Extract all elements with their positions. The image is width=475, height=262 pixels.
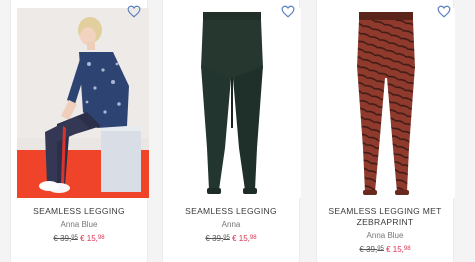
product-title[interactable]: SEAMLESS LEGGING MET ZEBRAPRINT <box>317 206 453 228</box>
product-price: € 39,95 € 15,98 <box>317 244 453 255</box>
old-price: € 39,95 <box>53 234 78 243</box>
product-brand: Anna <box>221 220 241 229</box>
old-price: € 39,95 <box>359 245 384 254</box>
sale-price: € 15,98 <box>80 234 105 243</box>
product-price: € 39,95 € 15,98 <box>163 233 299 244</box>
heart-outline-icon[interactable] <box>127 5 141 18</box>
product-brand: Anna Blue <box>366 231 404 240</box>
product-card-1[interactable]: SEAMLESS LEGGING Anna Blue € 39,95 € 15,… <box>10 0 149 262</box>
old-price: € 39,95 <box>205 234 230 243</box>
product-info: SEAMLESS LEGGING MET ZEBRAPRINT Anna Blu… <box>317 206 453 255</box>
product-card-2[interactable]: SEAMLESS LEGGING Anna € 39,95 € 15,98 <box>162 0 301 262</box>
sale-price: € 15,98 <box>232 234 257 243</box>
product-info: SEAMLESS LEGGING Anna Blue € 39,95 € 15,… <box>11 206 147 244</box>
product-title[interactable]: SEAMLESS LEGGING <box>163 206 299 217</box>
product-title[interactable]: SEAMLESS LEGGING <box>11 206 147 217</box>
product-price: € 39,95 € 15,98 <box>11 233 147 244</box>
product-brand: Anna Blue <box>60 220 98 229</box>
product-image-model[interactable] <box>17 8 149 198</box>
product-image-green-legging[interactable] <box>163 8 301 198</box>
sale-price: € 15,98 <box>386 245 411 254</box>
product-info: SEAMLESS LEGGING Anna € 39,95 € 15,98 <box>163 206 299 244</box>
product-image-zebra-legging[interactable] <box>317 8 455 198</box>
heart-outline-icon[interactable] <box>437 5 451 18</box>
heart-outline-icon[interactable] <box>281 5 295 18</box>
product-card-3[interactable]: SEAMLESS LEGGING MET ZEBRAPRINT Anna Blu… <box>316 0 455 262</box>
